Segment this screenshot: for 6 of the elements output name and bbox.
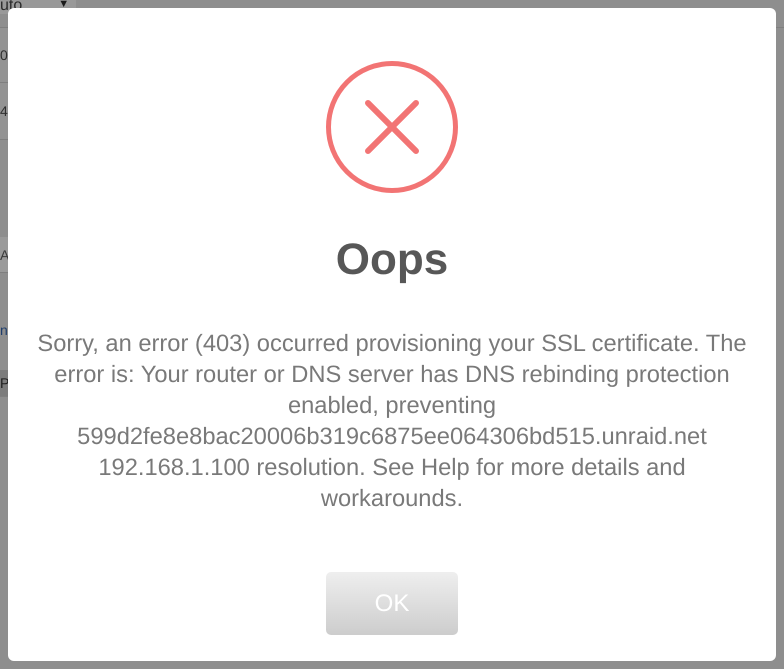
error-icon xyxy=(326,61,458,193)
table-row: P xyxy=(0,370,8,397)
table-cell: 0 xyxy=(0,28,8,83)
dialog-message: Sorry, an error (403) occurred provisioning your SSL certificate. The error is: Your router or DNS server has DNS rebinding protection enabled, preventing 599d2fe8e8bac20006b319c6875ee064306bd515.unraid.net 192.168.1.100 resolution. See Help for more details and workarounds. xyxy=(36,330,748,514)
dialog-title: Oops xyxy=(336,234,448,286)
table-cell: 4 xyxy=(0,83,8,140)
